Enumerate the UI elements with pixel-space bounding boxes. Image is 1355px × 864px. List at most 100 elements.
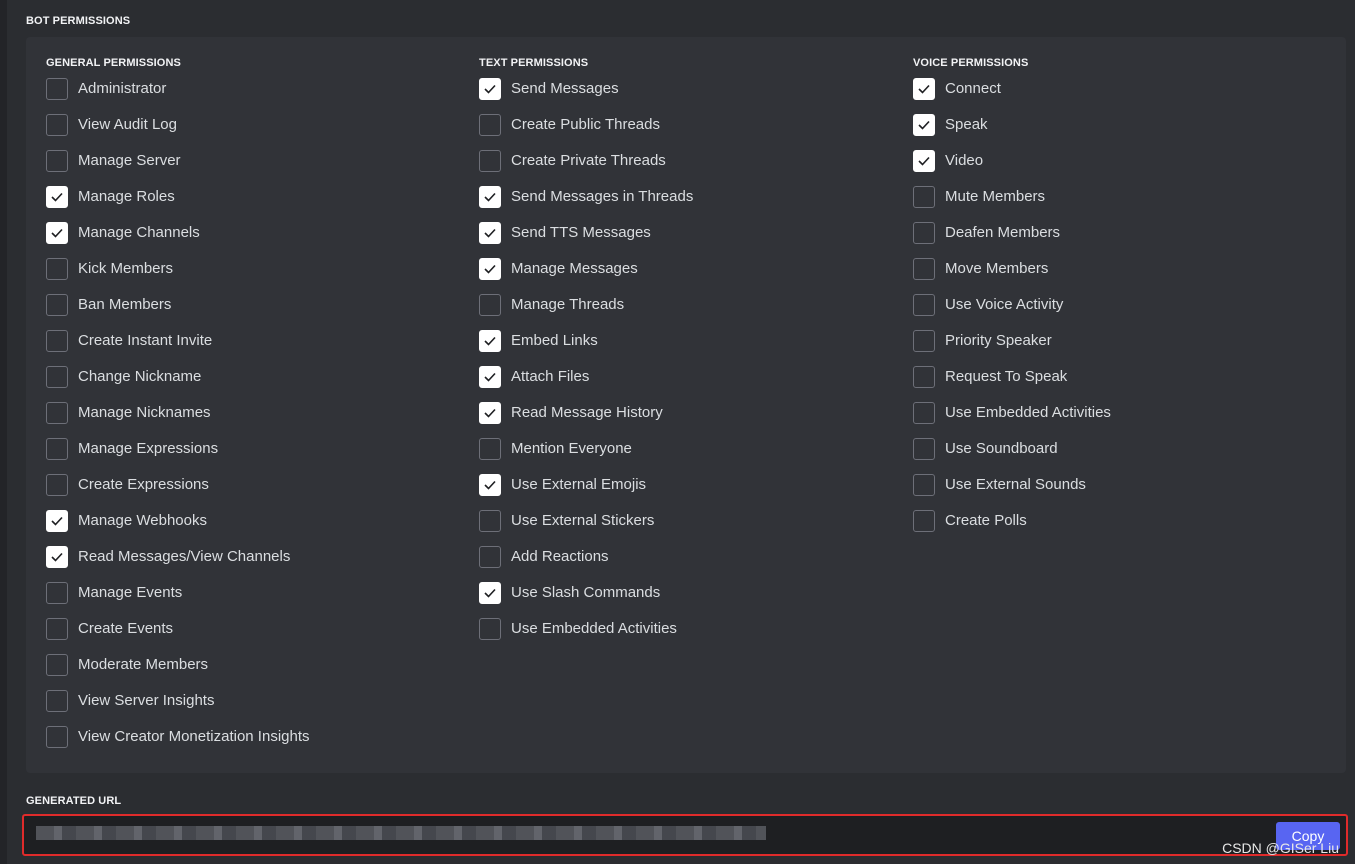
permission-checkbox[interactable] <box>479 258 501 280</box>
permission-checkbox[interactable] <box>479 510 501 532</box>
permission-item[interactable]: Kick Members <box>46 258 310 294</box>
permission-item[interactable]: Manage Events <box>46 582 310 618</box>
permission-item[interactable]: Mention Everyone <box>479 438 693 474</box>
permission-checkbox[interactable] <box>46 402 68 424</box>
permission-checkbox[interactable] <box>46 438 68 460</box>
permission-checkbox[interactable] <box>913 510 935 532</box>
permission-item[interactable]: View Audit Log <box>46 114 310 150</box>
permission-item[interactable]: Manage Webhooks <box>46 510 310 546</box>
permission-checkbox[interactable] <box>479 402 501 424</box>
generated-url-redacted[interactable] <box>36 826 766 840</box>
permission-checkbox[interactable] <box>913 402 935 424</box>
permission-item[interactable]: Manage Nicknames <box>46 402 310 438</box>
permission-item[interactable]: Attach Files <box>479 366 693 402</box>
permission-item[interactable]: Send Messages <box>479 78 693 114</box>
permission-checkbox[interactable] <box>913 114 935 136</box>
permission-checkbox[interactable] <box>46 510 68 532</box>
permission-item[interactable]: Create Events <box>46 618 310 654</box>
permission-checkbox[interactable] <box>46 222 68 244</box>
permission-item[interactable]: Priority Speaker <box>913 330 1111 366</box>
permission-checkbox[interactable] <box>46 366 68 388</box>
permission-item[interactable]: Manage Roles <box>46 186 310 222</box>
permission-item[interactable]: Ban Members <box>46 294 310 330</box>
permission-checkbox[interactable] <box>913 330 935 352</box>
permission-item[interactable]: Create Expressions <box>46 474 310 510</box>
permission-item[interactable]: Manage Channels <box>46 222 310 258</box>
permission-checkbox[interactable] <box>46 114 68 136</box>
permission-item[interactable]: Speak <box>913 114 1111 150</box>
permission-checkbox[interactable] <box>479 618 501 640</box>
permission-item[interactable]: Read Messages/View Channels <box>46 546 310 582</box>
generated-url-box[interactable]: Copy <box>22 814 1348 856</box>
permission-checkbox[interactable] <box>479 222 501 244</box>
permission-item[interactable]: View Creator Monetization Insights <box>46 726 310 762</box>
permission-item[interactable]: Connect <box>913 78 1111 114</box>
permission-checkbox[interactable] <box>913 294 935 316</box>
permission-item[interactable]: Use External Sounds <box>913 474 1111 510</box>
permission-item[interactable]: Use Voice Activity <box>913 294 1111 330</box>
permission-item[interactable]: Use Embedded Activities <box>479 618 693 654</box>
permission-item[interactable]: Move Members <box>913 258 1111 294</box>
permission-item[interactable]: Manage Server <box>46 150 310 186</box>
permission-checkbox[interactable] <box>913 150 935 172</box>
permission-checkbox[interactable] <box>46 690 68 712</box>
permission-item[interactable]: Use Soundboard <box>913 438 1111 474</box>
permission-checkbox[interactable] <box>46 546 68 568</box>
permission-checkbox[interactable] <box>913 366 935 388</box>
permission-item[interactable]: Send TTS Messages <box>479 222 693 258</box>
permission-item[interactable]: Use External Stickers <box>479 510 693 546</box>
permission-checkbox[interactable] <box>46 78 68 100</box>
permission-checkbox[interactable] <box>913 186 935 208</box>
permission-checkbox[interactable] <box>479 294 501 316</box>
permission-item[interactable]: Add Reactions <box>479 546 693 582</box>
permission-checkbox[interactable] <box>46 258 68 280</box>
permission-checkbox[interactable] <box>46 618 68 640</box>
permission-checkbox[interactable] <box>46 474 68 496</box>
permission-item[interactable]: Moderate Members <box>46 654 310 690</box>
permission-item[interactable]: Mute Members <box>913 186 1111 222</box>
permission-item[interactable]: Request To Speak <box>913 366 1111 402</box>
permission-checkbox[interactable] <box>913 474 935 496</box>
permission-checkbox[interactable] <box>46 150 68 172</box>
permission-checkbox[interactable] <box>913 438 935 460</box>
permission-item[interactable]: Create Polls <box>913 510 1111 546</box>
permission-item[interactable]: Send Messages in Threads <box>479 186 693 222</box>
permission-checkbox[interactable] <box>913 258 935 280</box>
permission-item[interactable]: Use Slash Commands <box>479 582 693 618</box>
permission-checkbox[interactable] <box>479 438 501 460</box>
permission-checkbox[interactable] <box>46 654 68 676</box>
permission-checkbox[interactable] <box>479 582 501 604</box>
permission-item[interactable]: Create Private Threads <box>479 150 693 186</box>
permission-item[interactable]: Use External Emojis <box>479 474 693 510</box>
permission-item[interactable]: Use Embedded Activities <box>913 402 1111 438</box>
permission-item[interactable]: Deafen Members <box>913 222 1111 258</box>
permission-checkbox[interactable] <box>46 582 68 604</box>
permission-checkbox[interactable] <box>479 78 501 100</box>
permission-label: Moderate Members <box>78 656 209 673</box>
permission-checkbox[interactable] <box>46 186 68 208</box>
permission-checkbox[interactable] <box>479 114 501 136</box>
permission-checkbox[interactable] <box>479 186 501 208</box>
permission-item[interactable]: Manage Expressions <box>46 438 310 474</box>
checkmark-icon <box>484 264 496 274</box>
permission-item[interactable]: Manage Messages <box>479 258 693 294</box>
permission-item[interactable]: Change Nickname <box>46 366 310 402</box>
permission-checkbox[interactable] <box>46 330 68 352</box>
permission-checkbox[interactable] <box>46 726 68 748</box>
permission-checkbox[interactable] <box>479 474 501 496</box>
permission-checkbox[interactable] <box>479 330 501 352</box>
permission-checkbox[interactable] <box>479 150 501 172</box>
permission-item[interactable]: Administrator <box>46 78 310 114</box>
permission-item[interactable]: Manage Threads <box>479 294 693 330</box>
permission-item[interactable]: Create Instant Invite <box>46 330 310 366</box>
permission-item[interactable]: Read Message History <box>479 402 693 438</box>
permission-item[interactable]: Create Public Threads <box>479 114 693 150</box>
permission-item[interactable]: Video <box>913 150 1111 186</box>
permission-item[interactable]: View Server Insights <box>46 690 310 726</box>
permission-checkbox[interactable] <box>479 366 501 388</box>
permission-checkbox[interactable] <box>479 546 501 568</box>
permission-item[interactable]: Embed Links <box>479 330 693 366</box>
permission-checkbox[interactable] <box>913 78 935 100</box>
permission-checkbox[interactable] <box>913 222 935 244</box>
permission-checkbox[interactable] <box>46 294 68 316</box>
